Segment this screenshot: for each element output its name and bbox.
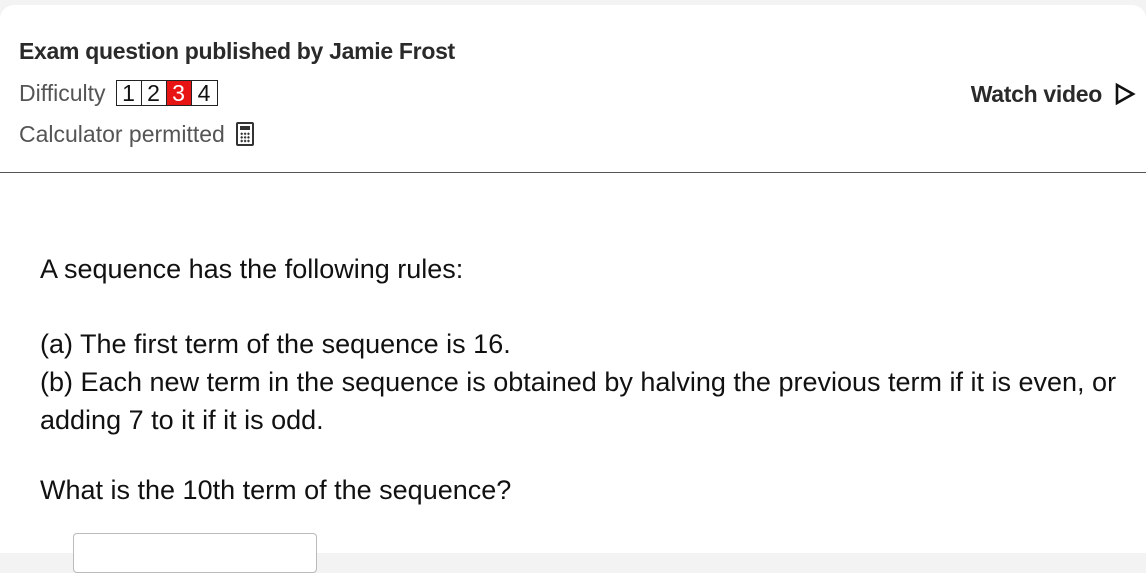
difficulty-label: Difficulty [19,79,106,106]
question-intro: A sequence has the following rules: [40,254,464,284]
question-prompt: What is the 10th term of the sequence? [40,475,512,505]
difficulty-level-1: 1 [117,80,142,106]
header-divider [0,172,1146,173]
calculator-label: Calculator permitted [19,120,225,147]
question-rules: (a) The first term of the sequence is 16… [40,325,1120,439]
difficulty-level-3: 3 [166,80,192,106]
play-icon [1115,82,1136,106]
rule-b: (b) Each new term in the sequence is obt… [40,367,1117,435]
watch-video-button[interactable]: Watch video [971,78,1136,110]
calculator-icon [235,122,254,146]
publisher-text: Exam question published by Jamie Frost [19,38,455,64]
question-header: Exam question published by Jamie Frost D… [0,5,1146,173]
calculator-row: Calculator permitted [19,118,254,150]
difficulty-level-2: 2 [142,80,167,106]
difficulty-scale: 1 2 3 4 [115,79,218,106]
watch-video-label: Watch video [970,80,1103,107]
difficulty-level-4: 4 [197,79,211,106]
rule-a: (a) The first term of the sequence is 16… [40,329,511,359]
difficulty-row: Difficulty 1 2 3 4 [19,78,218,108]
answer-input[interactable] [73,533,317,573]
